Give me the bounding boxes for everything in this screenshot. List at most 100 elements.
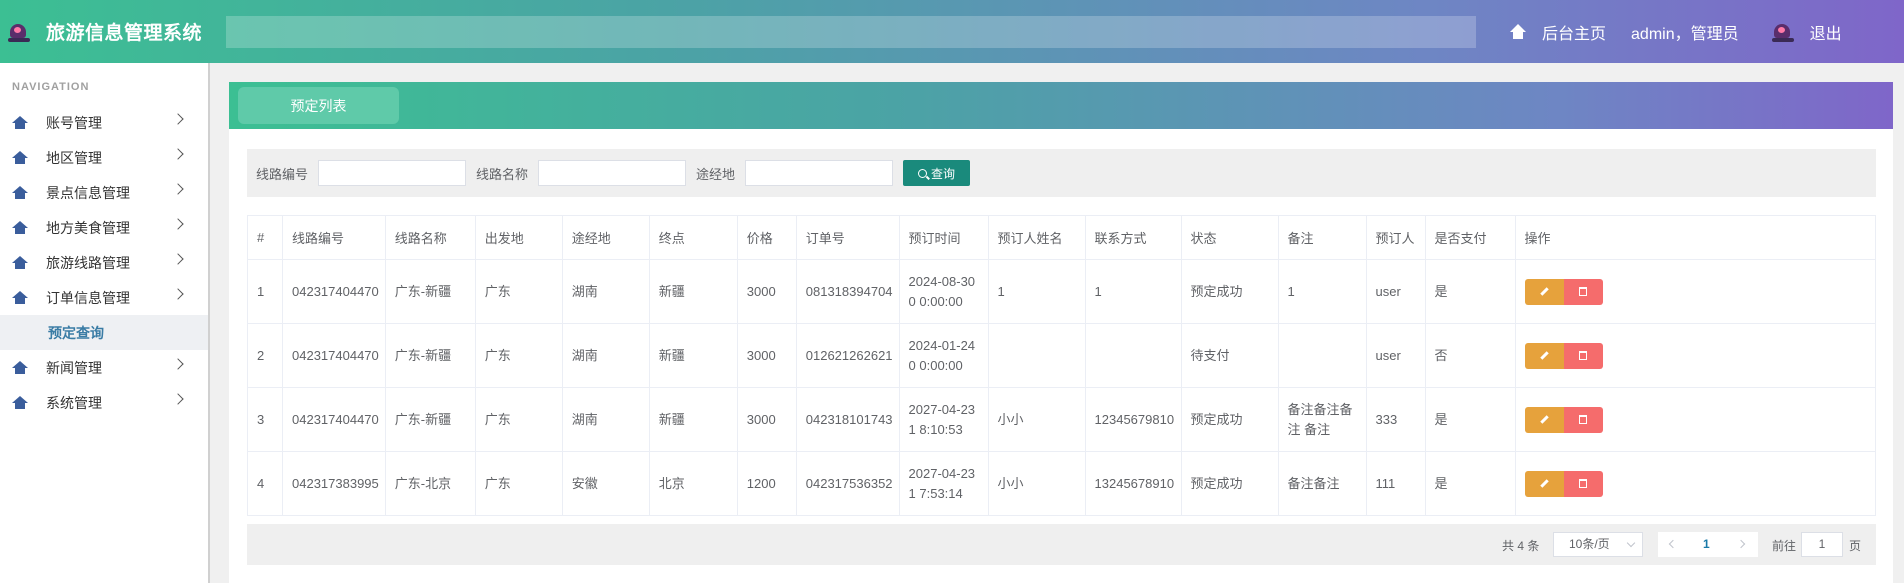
sidebar-item-label: 旅游线路管理: [46, 254, 130, 271]
table-cell: 042317404470: [282, 259, 386, 324]
table-cell: 广东: [474, 387, 563, 452]
delete-button[interactable]: [1563, 406, 1603, 433]
top-search-bar[interactable]: [226, 16, 1476, 48]
search-button-label: 查询: [931, 166, 956, 181]
sidebar-item-label: 新闻管理: [46, 359, 102, 376]
logout-link[interactable]: 退出: [1810, 20, 1842, 44]
table-cell: 2024-08-30 0 0:00:00: [898, 259, 989, 324]
table-cell: 备注备注备注 备注: [1277, 387, 1367, 452]
sidebar-item-accounts[interactable]: 账号管理: [0, 105, 208, 140]
sidebar-item-routes[interactable]: 旅游线路管理: [0, 245, 208, 280]
table-cell: 湖南: [561, 387, 650, 452]
prev-page-icon[interactable]: [1668, 539, 1678, 549]
chevron-right-icon: [172, 288, 184, 300]
column-header: #: [247, 215, 283, 260]
table-cell: user: [1365, 323, 1426, 388]
home-icon: [12, 395, 28, 410]
table-cell: 081318394704: [795, 259, 900, 324]
table-cell: 12345679810: [1084, 387, 1182, 452]
via-input[interactable]: [745, 160, 894, 186]
edit-button[interactable]: [1524, 470, 1564, 497]
table-cell: 1200: [736, 451, 797, 516]
chevron-right-icon: [172, 148, 184, 160]
delete-button[interactable]: [1563, 342, 1603, 369]
column-header: 预订人姓名: [987, 215, 1086, 260]
goto-label: 前往: [1772, 539, 1797, 553]
route-name-input[interactable]: [538, 160, 687, 186]
delete-button[interactable]: [1563, 278, 1603, 305]
sidebar-subitem-booking-query[interactable]: 预定查询: [0, 315, 208, 350]
table-cell: 广东-新疆: [384, 259, 476, 324]
table-cell: 安徽: [561, 451, 650, 516]
sidebar-item-system[interactable]: 系统管理: [0, 385, 208, 420]
column-header: 是否支付: [1424, 215, 1516, 260]
home-icon: [12, 290, 28, 305]
table-cell: 3000: [736, 323, 797, 388]
sidebar: NAVIGATION 账号管理 地区管理 景点信息管理 地方美食管理 旅游线路管…: [0, 63, 210, 583]
table-cell: 1: [247, 259, 283, 324]
table-cell: 2027-04-23 1 8:10:53: [898, 387, 989, 452]
current-page[interactable]: 1: [1703, 537, 1710, 551]
chevron-down-icon: [1626, 538, 1636, 548]
edit-button[interactable]: [1524, 406, 1564, 433]
table-cell: 4: [247, 451, 283, 516]
goto-page-input[interactable]: 1: [1801, 532, 1843, 557]
table-cell: 湖南: [561, 323, 650, 388]
table-cell: 2027-04-23 1 7:53:14: [898, 451, 989, 516]
delete-button[interactable]: [1563, 470, 1603, 497]
table-cell: 042317383995: [282, 451, 386, 516]
sidebar-item-label: 地方美食管理: [46, 219, 130, 236]
table-cell: 小小: [987, 451, 1086, 516]
home-icon: [12, 255, 28, 270]
edit-button[interactable]: [1524, 342, 1564, 369]
table-row: 3 042317404470 广东-新疆 广东 湖南 新疆 3000 042318101743…: [247, 387, 1877, 452]
panel-header: 预定列表: [229, 82, 1893, 129]
tab-booking-list[interactable]: 预定列表: [238, 87, 399, 124]
column-header: 订单号: [795, 215, 900, 260]
table-row: 2 042317404470 广东-新疆 广东 湖南 新疆 3000 012621262621…: [247, 323, 1877, 388]
next-page-icon[interactable]: [1736, 539, 1746, 549]
sidebar-item-news[interactable]: 新闻管理: [0, 350, 208, 385]
table-cell: 湖南: [561, 259, 650, 324]
trash-icon: [1579, 415, 1588, 424]
sidebar-item-regions[interactable]: 地区管理: [0, 140, 208, 175]
table-cell: 042318101743: [795, 387, 900, 452]
page-size-select[interactable]: 10条/页: [1553, 532, 1643, 557]
table-cell: 否: [1424, 323, 1516, 388]
sidebar-item-food[interactable]: 地方美食管理: [0, 210, 208, 245]
table-header-row: # 线路编号 线路名称 出发地 途经地 终点 价格 订单号 预订时间 预订人姓名 联系方式 状态 备注预…: [247, 215, 1877, 260]
home-icon[interactable]: [1510, 23, 1526, 40]
pencil-icon: [1539, 287, 1549, 296]
pager-pages: 1: [1658, 532, 1758, 557]
table-cell: 是: [1424, 387, 1516, 452]
edit-button[interactable]: [1524, 278, 1564, 305]
home-icon: [12, 360, 28, 375]
table-cell: 广东-新疆: [384, 323, 476, 388]
column-header: 操作: [1514, 215, 1877, 260]
app-title: 旅游信息管理系统: [46, 23, 203, 44]
table-cell: user: [1365, 259, 1426, 324]
table-cell: [1084, 323, 1182, 388]
table-cell: 1: [1277, 259, 1367, 324]
sidebar-item-orders[interactable]: 订单信息管理: [0, 280, 208, 315]
chevron-right-icon: [172, 393, 184, 405]
table-row: 1 042317404470 广东-新疆 广东 湖南 新疆 3000 081318394704…: [247, 259, 1877, 324]
table-cell: 111: [1365, 451, 1426, 516]
top-header: 旅游信息管理系统 后台主页 admin，管理员 退出: [0, 0, 1904, 63]
pencil-icon: [1539, 479, 1549, 488]
route-no-input[interactable]: [318, 160, 467, 186]
column-header: 终点: [648, 215, 738, 260]
table-cell: 预定成功: [1180, 387, 1279, 452]
search-button[interactable]: 查询: [903, 160, 971, 186]
sidebar-item-attractions[interactable]: 景点信息管理: [0, 175, 208, 210]
home-icon: [12, 220, 28, 235]
table-cell: 广东: [474, 323, 563, 388]
column-header: 联系方式: [1084, 215, 1182, 260]
table-cell: 1: [1084, 259, 1182, 324]
column-header: 预订时间: [898, 215, 989, 260]
home-link[interactable]: 后台主页: [1542, 20, 1606, 44]
chevron-right-icon: [172, 358, 184, 370]
table-cell: 广东-北京: [384, 451, 476, 516]
table-cell: 042317536352: [795, 451, 900, 516]
sidebar-item-label: 系统管理: [46, 394, 102, 411]
